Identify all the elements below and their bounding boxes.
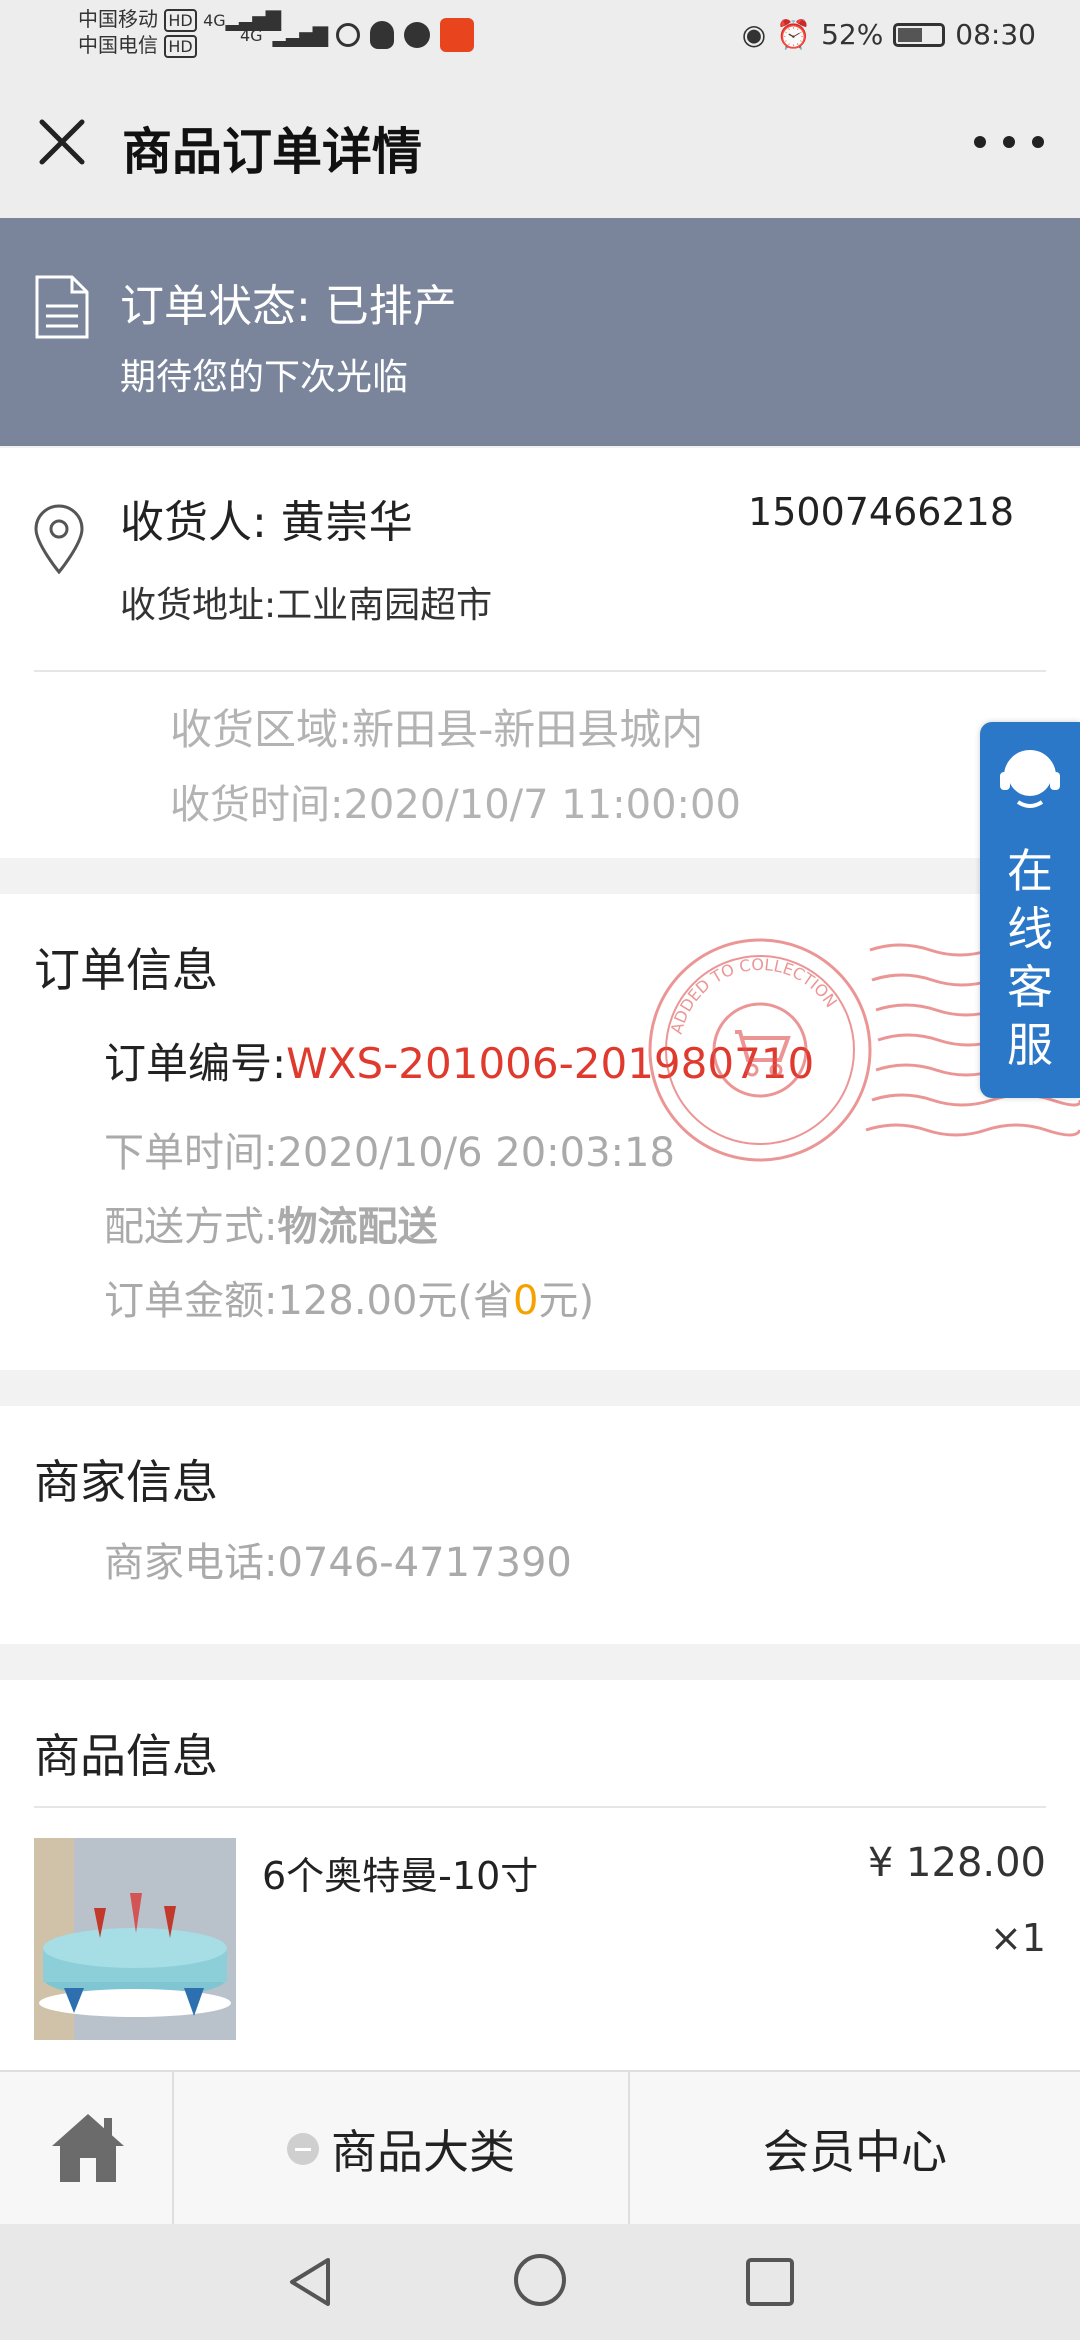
delivery-method-row: 配送方式:物流配送 <box>104 1194 437 1252</box>
service-char: 客 <box>1007 960 1053 1014</box>
qq-icon <box>370 21 395 49</box>
net-2-label: 4G <box>240 25 263 45</box>
order-status-subtitle: 期待您的下次光临 <box>120 357 409 398</box>
signal-icon: ▂▃▅▇ <box>272 23 329 47</box>
battery-icon <box>893 22 946 47</box>
bottom-tab-bar: 商品大类 会员中心 <box>0 2070 1080 2226</box>
close-button[interactable] <box>34 114 90 170</box>
eye-icon: ◉ <box>741 18 767 51</box>
alarm-icon: ⏰ <box>776 18 812 51</box>
order-time: 下单时间:2020/10/6 20:03:18 <box>104 1130 675 1176</box>
audio-icon <box>404 22 431 48</box>
goods-section: 商品信息 6个奥特曼-10寸 ¥ 128.00 ×1 <box>0 1680 1080 2070</box>
merchant-title: 商家信息 <box>34 1455 218 1509</box>
order-info-section: 订单信息 订单编号:WXS-201006-201980710 下单时间:2020… <box>0 894 1080 1370</box>
order-number: WXS-201006-201980710 <box>286 1039 815 1088</box>
cake-image <box>34 1838 236 2040</box>
location-pin-icon <box>32 504 86 576</box>
title-bar: 商品订单详情 <box>0 72 1080 218</box>
product-name[interactable]: 6个奥特曼-10寸 <box>262 1845 538 1900</box>
order-amount-row: 订单金额:128.00元(省0元) <box>104 1268 594 1326</box>
shopping-app-icon <box>440 18 475 52</box>
home-icon <box>52 2114 124 2182</box>
divider <box>34 1806 1046 1808</box>
battery-percent: 52% <box>821 18 884 51</box>
delivery-time: 收货时间:2020/10/7 11:00:00 <box>170 782 741 828</box>
nav-home-button[interactable] <box>510 2250 570 2310</box>
category-icon <box>287 2133 319 2165</box>
tab-categories-label: 商品大类 <box>331 2125 515 2179</box>
address-section: 收货人: 黄崇华 15007466218 收货地址:工业南园超市 收货区域:新田… <box>0 448 1080 858</box>
more-button[interactable] <box>974 112 1044 172</box>
tab-member-center[interactable]: 会员中心 <box>630 2072 1080 2226</box>
delivery-method-label: 配送方式: <box>104 1204 278 1250</box>
recent-square-icon <box>746 2258 794 2306</box>
order-info-title: 订单信息 <box>34 943 218 997</box>
headset-icon <box>998 744 1062 814</box>
document-icon <box>34 274 90 340</box>
goods-title: 商品信息 <box>34 1729 218 1783</box>
clock: 08:30 <box>955 18 1036 51</box>
home-circle-icon <box>514 2254 566 2306</box>
page-title: 商品订单详情 <box>122 123 422 181</box>
service-char: 在 <box>1007 844 1053 898</box>
online-service-button[interactable]: 在 线 客 服 <box>980 722 1080 1098</box>
more-icon-dot <box>974 136 986 148</box>
order-amount-prefix: 订单金额:128.00元(省 <box>104 1278 514 1324</box>
order-number-label: 订单编号: <box>104 1039 287 1088</box>
status-right: ◉ ⏰ 52% 08:30 <box>742 18 1036 51</box>
more-icon-dot <box>1003 136 1015 148</box>
delivery-region: 收货区域:新田县-新田县城内 <box>170 705 704 754</box>
status-bar: 中国移动 HD 4G▂▃▅▇ 中国电信 HD 4G ▂▃▅▇ ◉ ⏰ 52% 0… <box>0 0 1080 72</box>
online-service-label: 在 线 客 服 <box>980 842 1080 1074</box>
product-quantity: ×1 <box>989 1916 1046 1960</box>
order-status-banner: 订单状态: 已排产 期待您的下次光临 <box>0 218 1080 446</box>
divider <box>34 670 1046 672</box>
service-char: 线 <box>1007 902 1053 956</box>
back-triangle-icon <box>290 2258 330 2306</box>
delivery-address: 收货地址:工业南园超市 <box>120 585 493 626</box>
nav-recent-button[interactable] <box>742 2254 798 2310</box>
order-amount-suffix: 元) <box>538 1278 595 1324</box>
product-price: ¥ 128.00 <box>867 1840 1046 1886</box>
receiver-phone[interactable]: 15007466218 <box>748 490 1014 534</box>
tab-categories[interactable]: 商品大类 <box>174 2072 630 2226</box>
delivery-method: 物流配送 <box>277 1204 438 1250</box>
saved-amount: 0 <box>513 1278 539 1324</box>
merchant-section: 商家信息 商家电话:0746-4717390 <box>0 1406 1080 1644</box>
order-number-row: 订单编号:WXS-201006-201980710 <box>104 1030 814 1091</box>
sync-icon <box>336 23 361 47</box>
order-status-text: 订单状态: 已排产 <box>120 281 457 332</box>
receiver-name: 收货人: 黄崇华 <box>120 497 413 548</box>
notification-icons: 4G ▂▃▅▇ <box>240 10 500 60</box>
nav-back-button[interactable] <box>282 2252 342 2312</box>
close-icon <box>39 119 85 165</box>
more-icon-dot <box>1032 136 1044 148</box>
service-char: 服 <box>1007 1018 1053 1072</box>
product-image[interactable] <box>34 1838 236 2040</box>
tab-member-label: 会员中心 <box>763 2125 947 2179</box>
tab-home[interactable] <box>0 2072 174 2226</box>
merchant-phone[interactable]: 商家电话:0746-4717390 <box>104 1530 572 1588</box>
system-nav-bar <box>0 2224 1080 2340</box>
carrier-2: 中国电信 HD <box>78 32 197 60</box>
